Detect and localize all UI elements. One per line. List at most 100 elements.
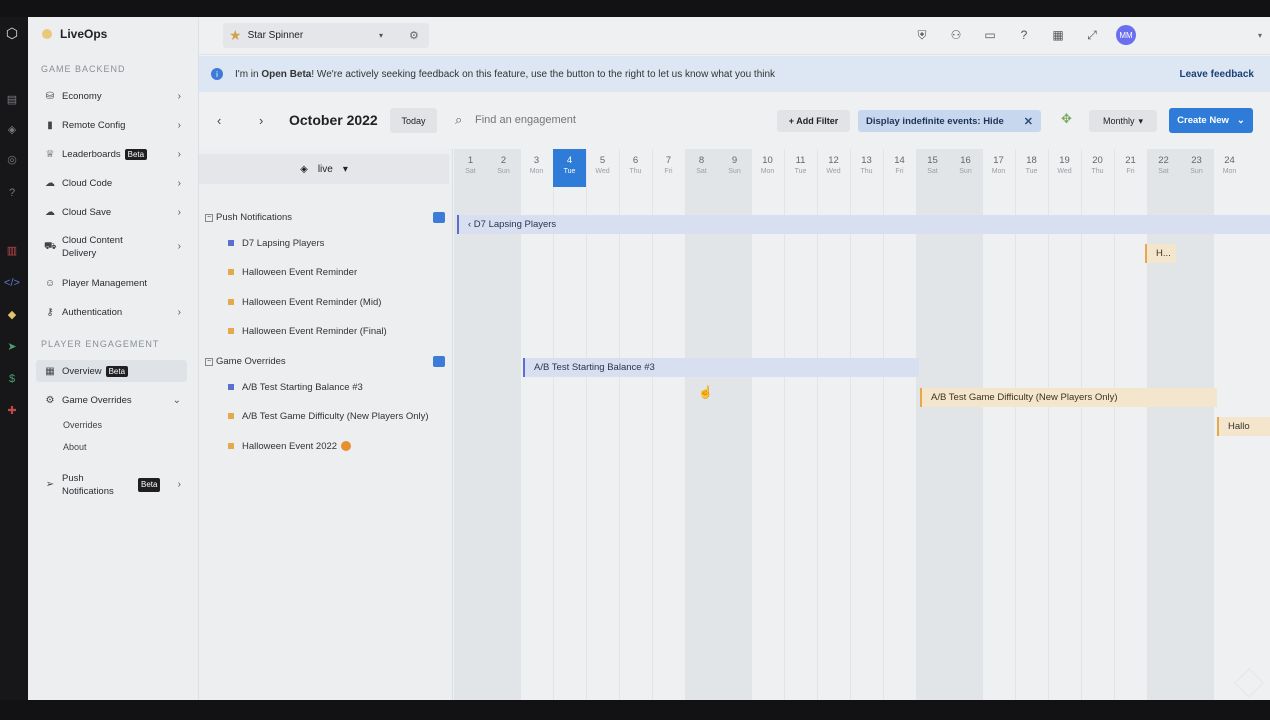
- event-bar[interactable]: A/B Test Game Difficulty (New Players On…: [920, 388, 1217, 407]
- list-item[interactable]: Halloween Event Reminder (Final): [199, 318, 449, 344]
- day-name: Tue: [563, 168, 576, 175]
- create-new-label: Create New: [1177, 115, 1229, 126]
- list-item[interactable]: A/B Test Game Difficulty (New Players On…: [199, 403, 449, 429]
- sidebar-subitem-overrides[interactable]: Overrides: [63, 420, 102, 430]
- avatar[interactable]: MM: [1116, 25, 1136, 45]
- chat-icon[interactable]: ▭: [980, 25, 1000, 45]
- liveops-icon[interactable]: ◆: [4, 307, 20, 323]
- list-item[interactable]: Halloween Event Reminder: [199, 259, 449, 285]
- sidebar-item-economy[interactable]: ⛁ Economy ›: [36, 85, 187, 107]
- list-item[interactable]: Halloween Event Reminder (Mid): [199, 289, 449, 315]
- leave-feedback-link[interactable]: Leave feedback: [1180, 69, 1255, 80]
- event-bar[interactable]: H...: [1145, 244, 1176, 263]
- day-header: 8 Sat: [685, 149, 718, 187]
- grid-apps-icon[interactable]: ▦: [1048, 25, 1068, 45]
- event-bar[interactable]: ‹ D7 Lapsing Players: [457, 215, 1270, 234]
- search-input[interactable]: [475, 110, 715, 130]
- beta-banner: i I'm in Open Beta! We're actively seeki…: [199, 56, 1270, 92]
- list-item[interactable]: A/B Test Starting Balance #3: [199, 374, 449, 400]
- day-number: 3: [533, 155, 540, 166]
- users-icon[interactable]: ⚇: [946, 25, 966, 45]
- caret-down-icon: ▾: [342, 163, 348, 175]
- day-number: 14: [894, 155, 905, 166]
- day-header: 10 Mon: [751, 149, 784, 187]
- cloud-code-icon: ☁: [45, 177, 55, 189]
- group-push-notifications[interactable]: − Push Notifications: [205, 212, 449, 223]
- analytics-icon[interactable]: ▥: [4, 243, 20, 259]
- collapse-icon[interactable]: −: [205, 213, 213, 222]
- day-name: Sat: [465, 168, 476, 175]
- view-select[interactable]: Monthly ▾: [1089, 110, 1157, 132]
- monetization-icon[interactable]: $: [4, 371, 20, 387]
- sidebar-item-remote-config[interactable]: ▮ Remote Config ›: [36, 114, 187, 136]
- prev-month-icon[interactable]: ‹: [217, 113, 221, 128]
- day-number: 21: [1125, 155, 1136, 166]
- sidebar-item-label: Game Overrides: [62, 394, 132, 406]
- environment-selector[interactable]: ◈ live ▾: [199, 154, 449, 184]
- launch-icon[interactable]: ➤: [4, 339, 20, 355]
- list-item-label: A/B Test Starting Balance #3: [242, 381, 363, 393]
- banner-text: ! We're actively seeking feedback on thi…: [311, 68, 776, 80]
- calendar-grid: ‹ D7 Lapsing Players H... A/B Test Start…: [454, 149, 1270, 700]
- help-circle-icon[interactable]: ?: [1014, 25, 1034, 45]
- list-item-label: Halloween Event Reminder (Mid): [242, 296, 382, 308]
- sidebar-item-game-overrides[interactable]: ⚙ Game Overrides ⌄: [36, 389, 187, 411]
- fullscreen-icon[interactable]: ⤢: [1082, 25, 1102, 45]
- day-name: Mon: [760, 168, 775, 175]
- event-bar[interactable]: A/B Test Starting Balance #3: [523, 358, 919, 377]
- day-name: Fri: [1126, 168, 1135, 175]
- player-icon: ☺: [44, 277, 56, 289]
- sidebar-item-player-management[interactable]: ☺ Player Management: [36, 272, 187, 294]
- day-number: 19: [1059, 155, 1070, 166]
- collapse-icon[interactable]: −: [205, 357, 213, 366]
- cube-icon[interactable]: ◈: [4, 122, 20, 138]
- unity-logo-icon[interactable]: ⬡: [4, 25, 20, 41]
- window-top-frame: [0, 0, 1270, 17]
- sidebar-item-leaderboards[interactable]: ♕ Leaderboards Beta ›: [36, 143, 187, 165]
- sidebar-item-label: Economy: [62, 90, 102, 102]
- day-header: 9 Sun: [718, 149, 751, 187]
- day-header: 11 Tue: [784, 149, 817, 187]
- dashboard-icon[interactable]: ▤: [4, 92, 20, 108]
- today-button[interactable]: Today: [390, 108, 437, 133]
- code-icon[interactable]: </>: [4, 275, 20, 291]
- liveops-logo-icon: [42, 29, 52, 39]
- filter-chip[interactable]: Display indefinite events: Hide ✕: [858, 110, 1041, 132]
- chevron-right-icon: ›: [177, 479, 181, 490]
- layers-icon: ◈: [300, 163, 308, 175]
- day-header: 17 Mon: [982, 149, 1015, 187]
- gamepad-icon[interactable]: ✚: [4, 403, 20, 419]
- add-filter-button[interactable]: + Add Filter: [777, 110, 850, 132]
- chevron-down-icon[interactable]: ▾: [1250, 31, 1270, 40]
- day-header: 2 Sun: [487, 149, 520, 187]
- shield-icon[interactable]: ⛨: [912, 25, 932, 45]
- list-item-label: A/B Test Game Difficulty (New Players On…: [242, 410, 429, 422]
- list-item[interactable]: D7 Lapsing Players: [199, 230, 449, 256]
- event-bar[interactable]: Hallo: [1217, 417, 1270, 436]
- list-item[interactable]: Halloween Event 2022: [199, 433, 449, 459]
- group-game-overrides[interactable]: − Game Overrides: [205, 356, 449, 367]
- close-icon[interactable]: ✕: [1024, 115, 1033, 128]
- legend-icon[interactable]: ✥: [1061, 111, 1072, 127]
- help-icon[interactable]: ?: [4, 185, 20, 201]
- project-selector[interactable]: ★ Star Spinner ▾ ⚙: [223, 23, 429, 48]
- section-title-game-backend: GAME BACKEND: [41, 64, 126, 74]
- sidebar-item-cloud-code[interactable]: ☁ Cloud Code ›: [36, 172, 187, 194]
- day-name: Sun: [497, 168, 510, 175]
- sidebar-subitem-about[interactable]: About: [63, 442, 87, 452]
- day-name: Wed: [826, 168, 841, 175]
- next-month-icon[interactable]: ›: [259, 113, 263, 128]
- sidebar-item-authentication[interactable]: ⚷ Authentication ›: [36, 301, 187, 323]
- day-header: 12 Wed: [817, 149, 850, 187]
- sidebar-item-cloud-content-delivery[interactable]: ⛟ Cloud Content Delivery ›: [36, 232, 187, 262]
- beta-badge: Beta: [124, 148, 148, 160]
- beta-badge: Beta: [105, 365, 129, 377]
- sidebar-item-push-notifications[interactable]: ➢ Push Notifications Beta ›: [36, 470, 187, 500]
- sidebar-item-cloud-save[interactable]: ☁ Cloud Save ›: [36, 201, 187, 223]
- star-spinner-logo-icon: ★: [229, 27, 242, 43]
- settings-gear-icon[interactable]: ⚙: [409, 29, 419, 42]
- compass-icon[interactable]: ◎: [4, 152, 20, 168]
- create-new-button[interactable]: Create New ⌄: [1169, 108, 1253, 133]
- sidebar-item-overview[interactable]: ▦ Overview Beta: [36, 360, 187, 382]
- chevron-right-icon: ›: [177, 177, 181, 189]
